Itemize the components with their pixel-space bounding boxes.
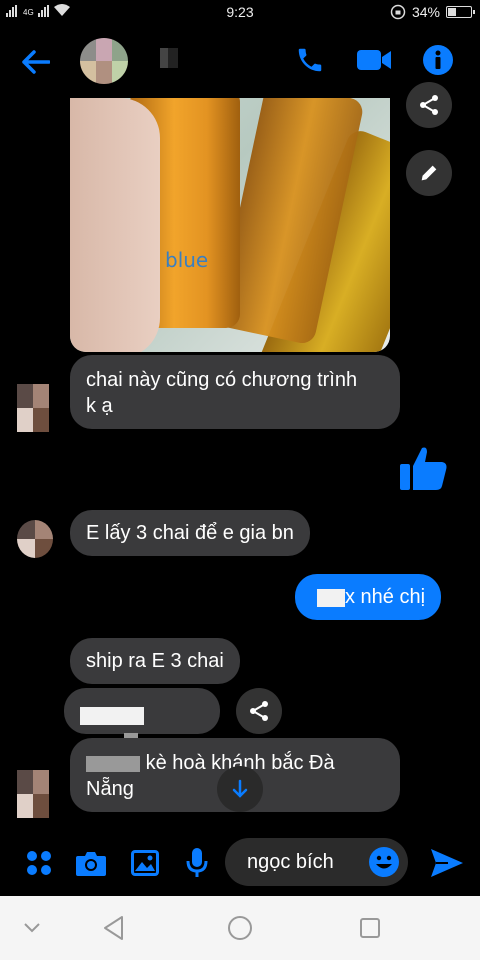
message-text: E lấy 3 chai để e gia bn bbox=[86, 522, 294, 544]
share-message-button[interactable] bbox=[236, 688, 282, 734]
message-text: chai này cũng có chương trình bbox=[86, 369, 358, 391]
message-input-text: ngọc bích bbox=[247, 851, 334, 873]
gallery-icon[interactable] bbox=[128, 846, 162, 880]
contact-name-redacted[interactable] bbox=[160, 48, 178, 68]
pencil-icon bbox=[421, 165, 437, 181]
shared-photo[interactable]: blue bbox=[70, 98, 390, 352]
sender-avatar bbox=[17, 520, 53, 558]
message-bubble[interactable]: chai này cũng có chương trình k ạ bbox=[70, 355, 400, 429]
redacted-text bbox=[317, 588, 345, 607]
arrow-down-icon bbox=[232, 779, 248, 798]
status-right: 34% bbox=[390, 4, 475, 20]
conversation-header bbox=[0, 26, 480, 98]
message-bubble[interactable]: E lấy 3 chai để e gia bn bbox=[70, 510, 310, 556]
thumbs-up-icon[interactable] bbox=[398, 442, 450, 494]
sender-avatar bbox=[17, 770, 49, 818]
contact-avatar[interactable] bbox=[80, 38, 128, 84]
sender-avatar bbox=[17, 384, 49, 432]
microphone-icon[interactable] bbox=[180, 846, 214, 880]
edit-photo-button[interactable] bbox=[406, 150, 452, 196]
share-icon bbox=[250, 701, 268, 721]
collapse-chevron-icon[interactable] bbox=[18, 914, 46, 942]
hand-image bbox=[70, 98, 160, 352]
emoji-icon[interactable] bbox=[368, 846, 400, 878]
message-bubble[interactable]: ship ra E 3 chai bbox=[70, 638, 240, 684]
back-arrow-icon[interactable] bbox=[20, 46, 52, 78]
message-bubble[interactable] bbox=[64, 688, 220, 751]
my-message-bubble[interactable]: x nhé chị bbox=[295, 574, 442, 620]
phone-call-icon[interactable] bbox=[292, 42, 328, 78]
send-icon[interactable] bbox=[430, 846, 464, 880]
info-icon[interactable] bbox=[420, 42, 456, 78]
back-triangle-icon[interactable] bbox=[100, 914, 128, 942]
message-text: x nhé chị bbox=[345, 586, 426, 608]
message-input[interactable]: ngọc bích bbox=[225, 838, 408, 886]
camera-icon[interactable] bbox=[74, 846, 108, 880]
share-photo-button[interactable] bbox=[406, 82, 452, 128]
redacted-text bbox=[80, 706, 144, 725]
redacted-text bbox=[86, 755, 140, 772]
apps-grid-icon[interactable] bbox=[22, 846, 56, 880]
recents-square-icon[interactable] bbox=[356, 914, 384, 942]
status-bar: 4G 9:23 34% bbox=[0, 0, 480, 26]
message-composer: ngọc bích bbox=[0, 834, 480, 894]
home-circle-icon[interactable] bbox=[226, 914, 254, 942]
bottle-label-art: blue bbox=[165, 248, 209, 272]
system-navigation-bar bbox=[0, 896, 480, 960]
message-text: ship ra E 3 chai bbox=[86, 650, 224, 672]
scroll-to-bottom-button[interactable] bbox=[217, 766, 263, 812]
video-call-icon[interactable] bbox=[354, 42, 394, 78]
share-icon bbox=[420, 95, 438, 115]
message-text: k ạ bbox=[86, 395, 113, 417]
battery-percent: 34% bbox=[411, 4, 440, 20]
rotation-lock-icon bbox=[390, 4, 406, 20]
battery-icon bbox=[446, 6, 475, 18]
